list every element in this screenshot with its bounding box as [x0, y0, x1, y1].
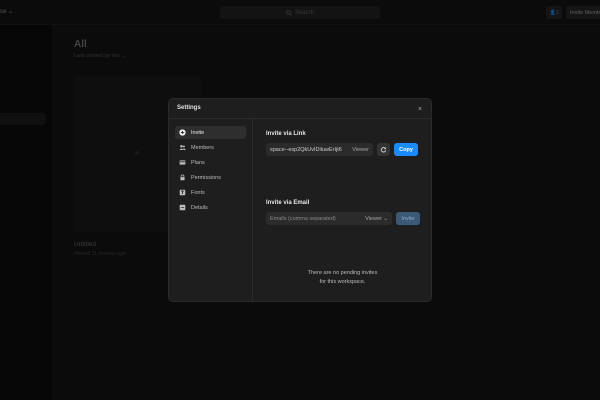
pending-line-2: for this workspace.	[319, 279, 366, 285]
invite-link-row: space--esp2QkUvIDiluwErIjt6 Viewer Copy	[266, 143, 418, 156]
invite-link-value: space--esp2QkUvIDiluwErIjt6	[270, 146, 342, 153]
settings-modal: Settings × Invite Members Plans Permissi…	[168, 98, 432, 302]
email-role-select[interactable]: Viewer ⌄	[365, 216, 388, 222]
lock-icon	[179, 174, 186, 181]
copy-link-button[interactable]: Copy	[394, 143, 418, 156]
plus-circle-icon	[179, 129, 186, 136]
nav-label: Plans	[191, 159, 205, 166]
font-icon	[179, 189, 186, 196]
modal-header: Settings ×	[169, 99, 431, 119]
invite-email-row: Viewer ⌄ Invite	[266, 212, 420, 225]
regenerate-link-button[interactable]	[377, 143, 390, 156]
nav-label: Fonts	[191, 189, 205, 196]
settings-nav-plans[interactable]: Plans	[175, 156, 246, 169]
email-input[interactable]	[270, 215, 366, 222]
card-icon	[179, 159, 186, 166]
send-invite-button[interactable]: Invite	[396, 212, 420, 225]
users-icon	[179, 144, 186, 151]
settings-nav-invite[interactable]: Invite	[175, 126, 246, 139]
pending-line-1: There are no pending invites	[307, 270, 378, 276]
invite-link-heading: Invite via Link	[266, 131, 306, 137]
email-field-wrapper: Viewer ⌄	[266, 212, 392, 225]
nav-label: Details	[191, 204, 208, 211]
settings-nav-permissions[interactable]: Permissions	[175, 171, 246, 184]
settings-nav-fonts[interactable]: Fonts	[175, 186, 246, 199]
settings-nav-details[interactable]: Details	[175, 201, 246, 214]
settings-nav: Invite Members Plans Permissions Fonts D…	[169, 119, 253, 301]
details-icon	[179, 204, 186, 211]
nav-label: Permissions	[191, 174, 221, 181]
close-icon[interactable]: ×	[415, 104, 425, 114]
modal-title: Settings	[177, 105, 201, 111]
link-role-select[interactable]: Viewer	[352, 147, 369, 153]
invite-panel: Invite via Link space--esp2QkUvIDiluwErI…	[254, 119, 431, 301]
invite-email-heading: Invite via Email	[266, 200, 310, 206]
settings-nav-members[interactable]: Members	[175, 141, 246, 154]
pending-invites-empty: There are no pending invites for this wo…	[254, 269, 431, 287]
invite-link-field[interactable]: space--esp2QkUvIDiluwErIjt6 Viewer	[266, 143, 373, 156]
nav-label: Members	[191, 144, 214, 151]
refresh-icon	[380, 147, 387, 153]
nav-label: Invite	[191, 129, 205, 136]
